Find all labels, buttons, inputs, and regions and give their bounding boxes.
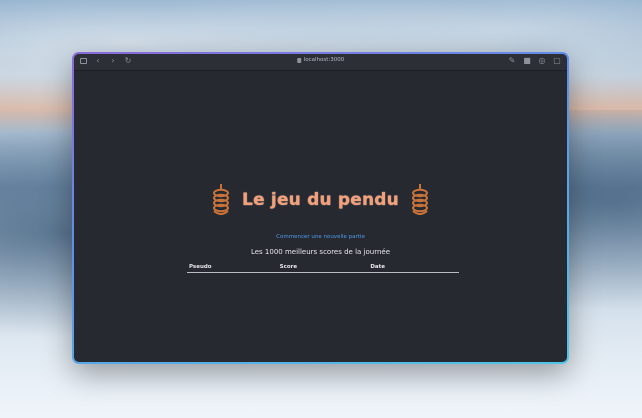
- column-header-score: Score: [279, 264, 298, 270]
- browser-toolbar: ‹ › ↻ localhost:3000 ✎ ■ ◎ ▢: [74, 54, 567, 71]
- column-header-pseudo: Pseudo: [189, 264, 212, 270]
- toolbar-right-controls: ✎ ■ ◎ ▢: [508, 57, 561, 65]
- tabs-icon[interactable]: ▢: [553, 57, 561, 65]
- column-header-date: Date: [370, 264, 385, 270]
- url-text: localhost:3000: [303, 57, 345, 63]
- forward-icon[interactable]: ›: [109, 57, 117, 65]
- title-row: Le jeu du pendu: [74, 183, 567, 217]
- toolbar-left-controls: ‹ › ↻: [80, 57, 132, 65]
- page-content: Le jeu du pendu Commencer une nouvelle p…: [74, 71, 567, 362]
- lock-icon: [296, 57, 301, 63]
- rope-icon: [411, 184, 428, 215]
- sidebar-icon[interactable]: [80, 58, 87, 64]
- extension-icon[interactable]: ■: [523, 57, 531, 65]
- back-icon[interactable]: ‹: [94, 57, 102, 65]
- scores-heading: Les 1000 meilleurs scores de la journée: [250, 248, 391, 256]
- share-icon[interactable]: ◎: [538, 57, 546, 65]
- new-game-link[interactable]: Commencer une nouvelle partie: [74, 234, 567, 240]
- pen-icon[interactable]: ✎: [508, 57, 516, 65]
- browser-window-inner: ‹ › ↻ localhost:3000 ✎ ■ ◎ ▢ Le jeu du p…: [74, 54, 567, 362]
- reload-icon[interactable]: ↻: [124, 57, 132, 65]
- page-title: Le jeu du pendu: [242, 190, 399, 210]
- rope-icon: [213, 184, 230, 215]
- address-bar[interactable]: localhost:3000: [296, 57, 345, 63]
- browser-window: ‹ › ↻ localhost:3000 ✎ ■ ◎ ▢ Le jeu du p…: [72, 52, 569, 364]
- scores-table-header: Pseudo Score Date: [187, 264, 459, 273]
